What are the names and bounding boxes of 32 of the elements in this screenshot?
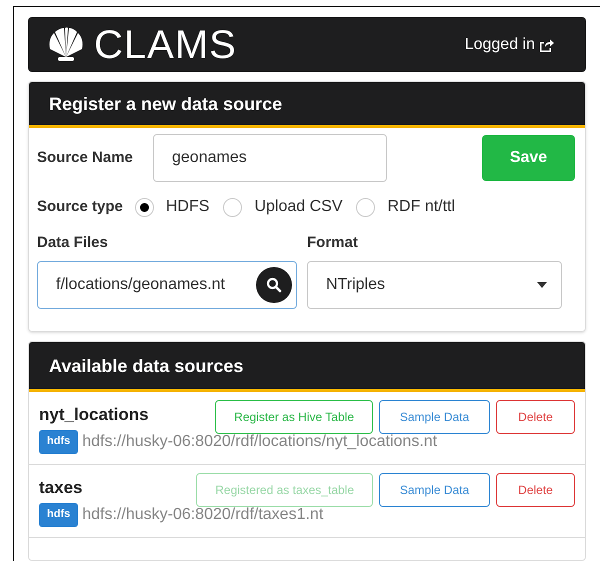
radio-option[interactable]: Upload CSV [223,195,342,219]
source-path: hdfs://husky-06:8020/rdf/taxes1.nt [82,504,324,524]
field-value: f/locations/geonames.nt [56,274,226,294]
radio-option[interactable]: RDF nt/ttl [356,195,456,219]
radio-button[interactable] [134,198,154,216]
search-icon[interactable] [256,266,292,302]
radio-label: HDFS [166,197,210,217]
delete-button[interactable]: Delete [496,472,575,506]
source-name-field[interactable]: geonames [153,134,387,182]
field-label: Format [307,233,359,253]
format-select[interactable]: NTriples [307,260,562,308]
logo-text: CLAMS [94,24,237,64]
radio-label: Upload CSV [254,197,342,217]
source-name: nyt_locations [39,404,149,426]
share-icon [539,38,554,52]
field-label: Source Name [37,148,134,168]
radio-option[interactable]: HDFS [134,195,210,219]
type-badge: hdfs [39,430,78,454]
caret-icon [537,282,547,288]
panel-title: Available data sources [49,354,244,378]
login-link[interactable]: Logged in [464,32,554,56]
field-label: Source type [37,196,123,217]
radio-label: RDF nt/ttl [387,197,456,217]
type-badge: hdfs [39,502,78,526]
source-path: hdfs://husky-06:8020/rdf/locations/nyt_locations.nt [82,432,438,452]
panel-title: Register a new data source [49,93,282,116]
field-label: Data Files [37,233,109,253]
radio-button[interactable] [356,198,376,216]
data-files-field[interactable]: f/locations/geonames.nt [37,260,297,308]
delete-button[interactable]: Delete [496,400,575,434]
radio-button[interactable] [223,198,242,216]
source-name: taxes [39,476,82,498]
